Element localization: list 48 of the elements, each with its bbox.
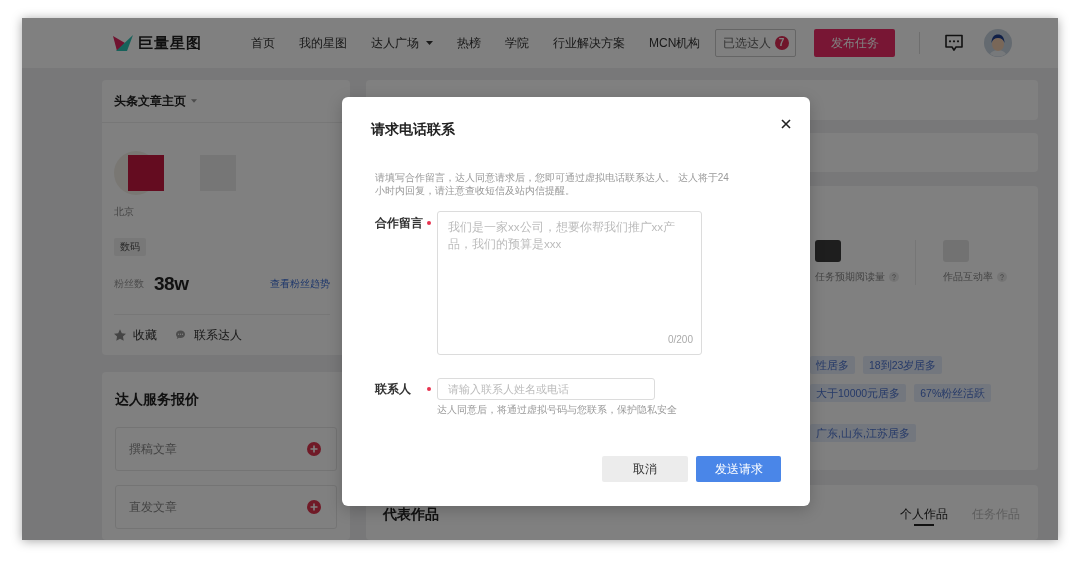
notice-text: 请填写合作留言，达人同意请求后，您即可通过虚拟电话联系达人。 达人将于24小时内回复，请注意查收短信及站内信提醒。 bbox=[375, 171, 730, 197]
caret-icon[interactable] bbox=[191, 99, 197, 103]
add-icon[interactable] bbox=[307, 442, 321, 456]
field-label: 合作留言 bbox=[375, 215, 424, 232]
nav-link[interactable]: MCN机构 bbox=[649, 35, 701, 51]
field-hint: 达人同意后，将通过虚拟号码与您联系，保护隐私安全 bbox=[437, 404, 677, 416]
chat-bubble-icon bbox=[175, 329, 187, 341]
logo-icon bbox=[113, 34, 133, 52]
field-label: 联系人 bbox=[375, 381, 412, 398]
count-badge: 7 bbox=[774, 36, 789, 50]
logo-text: 巨量星图 bbox=[138, 34, 202, 52]
follower-trend-link[interactable]: 查看粉丝趋势 bbox=[270, 278, 330, 290]
nav-link[interactable]: 热榜 bbox=[457, 35, 481, 51]
nav-link[interactable]: 达人广场 bbox=[371, 35, 433, 51]
category-tag: 数码 bbox=[114, 238, 146, 256]
dialog-title: 请求电话联系 bbox=[371, 121, 455, 137]
audience-tag: 大于10000元居多 bbox=[810, 384, 907, 402]
cancel-button[interactable]: 取消 bbox=[602, 456, 688, 482]
audience-tag: 广东,山东,江苏居多 bbox=[810, 424, 916, 442]
help-icon[interactable] bbox=[889, 272, 899, 282]
service-name: 直发文章 bbox=[129, 500, 177, 514]
profile-title: 头条文章主页 bbox=[114, 94, 186, 108]
add-icon[interactable] bbox=[307, 500, 321, 514]
message-icon[interactable] bbox=[944, 34, 964, 52]
nav-link[interactable]: 首页 bbox=[251, 35, 275, 51]
works-tab[interactable]: 个人作品 bbox=[900, 507, 948, 526]
selected-creators-button[interactable]: 已选达人 7 bbox=[715, 29, 796, 57]
nav-link[interactable]: 我的星图 bbox=[299, 35, 347, 51]
char-counter: 0/200 bbox=[667, 334, 693, 346]
section-title: 代表作品 bbox=[383, 507, 439, 522]
close-icon[interactable] bbox=[781, 119, 791, 129]
blurred-value bbox=[815, 240, 841, 262]
star-icon bbox=[114, 329, 126, 341]
avatar-placeholder bbox=[114, 150, 164, 196]
publish-task-button[interactable]: 发布任务 bbox=[814, 29, 895, 57]
contact-creator-button[interactable]: 联系达人 bbox=[175, 328, 242, 342]
section-title: 达人服务报价 bbox=[115, 391, 200, 407]
audience-tag: 67%粉丝活跃 bbox=[914, 384, 992, 402]
send-request-button[interactable]: 发送请求 bbox=[696, 456, 781, 482]
help-icon[interactable] bbox=[997, 272, 1007, 282]
followers-count: 38w bbox=[154, 273, 189, 295]
audience-tag: 18到23岁居多 bbox=[863, 356, 943, 374]
nav-link[interactable]: 行业解决方案 bbox=[553, 35, 625, 51]
user-avatar-icon[interactable] bbox=[984, 29, 1012, 57]
contact-input[interactable]: 请输入联系人姓名或电话 bbox=[437, 378, 655, 400]
nav-link[interactable]: 学院 bbox=[505, 35, 529, 51]
audience-tag: 性居多 bbox=[810, 356, 855, 374]
favorite-button[interactable]: 收藏 bbox=[114, 328, 157, 342]
